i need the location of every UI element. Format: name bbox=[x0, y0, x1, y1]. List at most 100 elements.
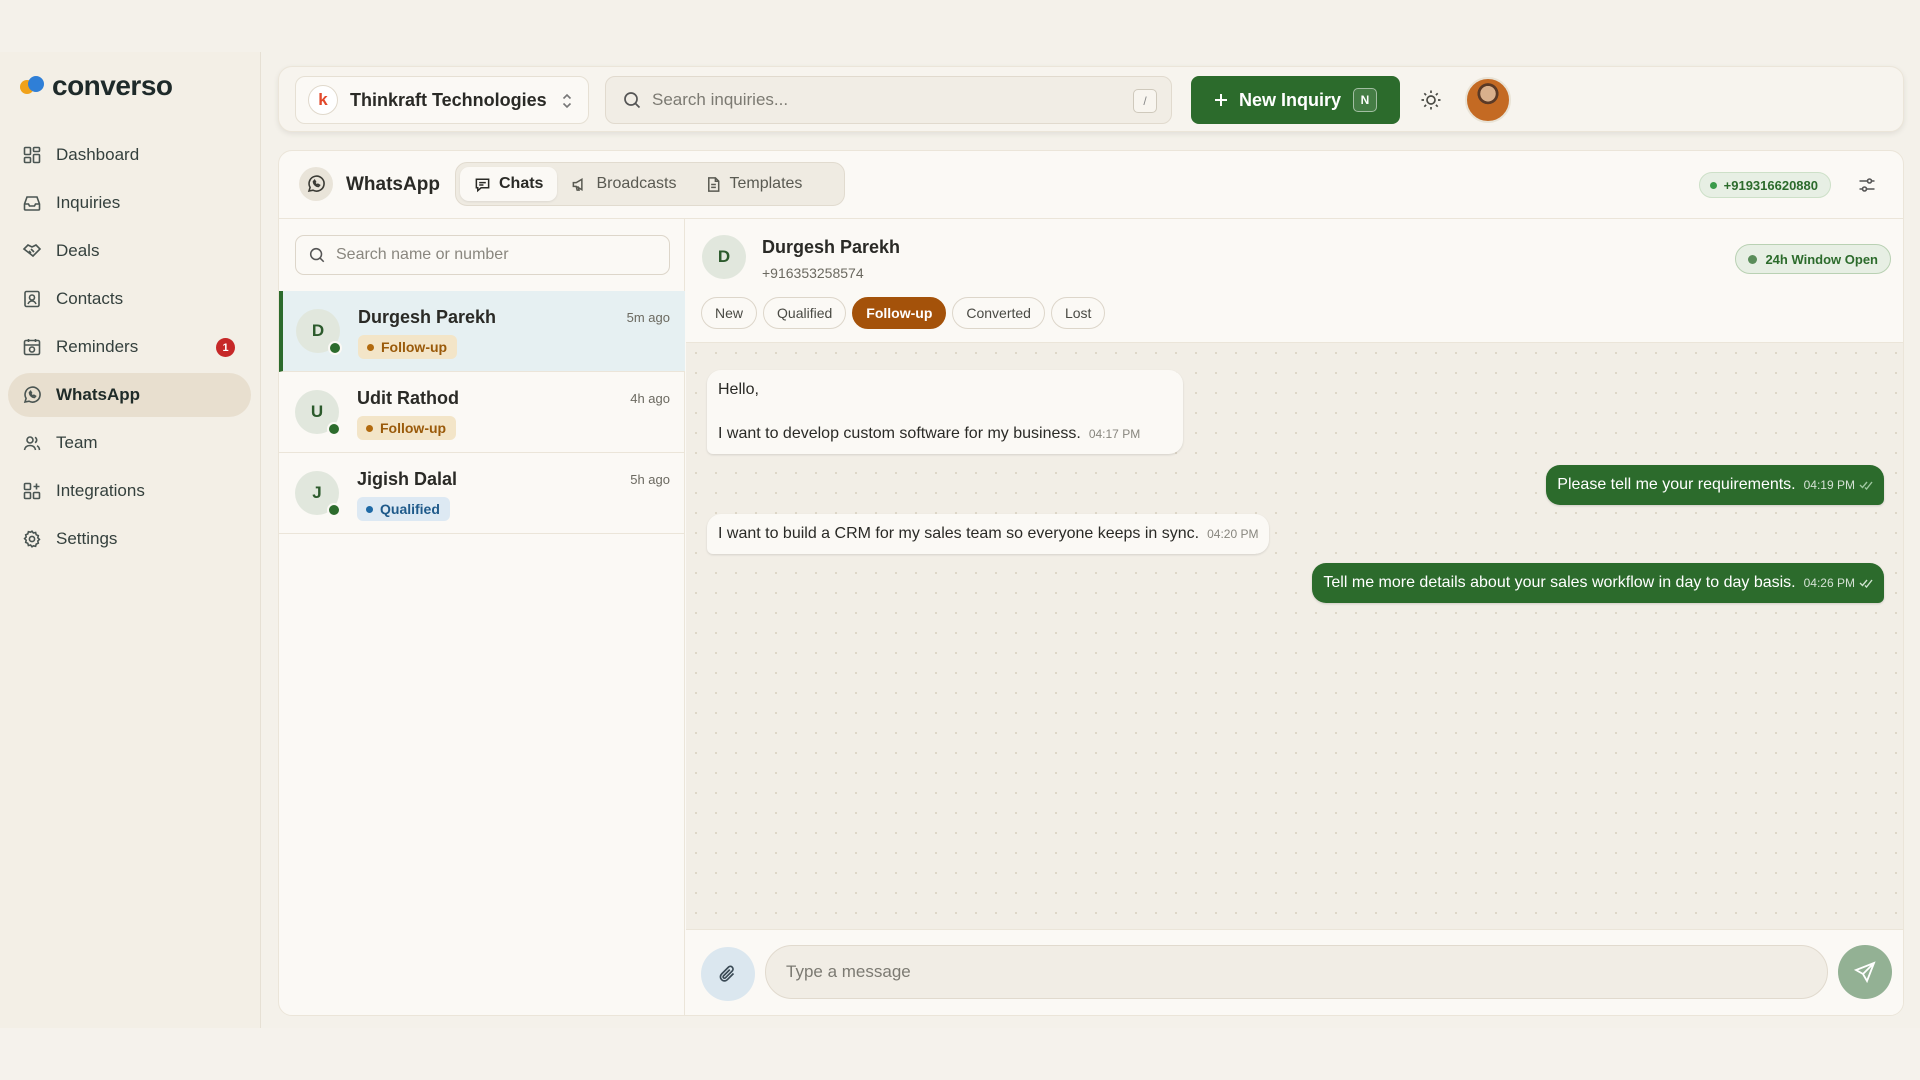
avatar: U bbox=[295, 390, 341, 436]
chat-search-input[interactable]: Search name or number bbox=[336, 246, 509, 264]
status-dot-icon bbox=[367, 343, 374, 351]
message-input[interactable] bbox=[765, 945, 1828, 999]
contact-phone: +916353258574 bbox=[762, 265, 864, 281]
status-dot-icon bbox=[366, 424, 373, 432]
sidebar-item-label: Integrations bbox=[56, 481, 145, 500]
message-incoming: I want to build a CRM for my sales team … bbox=[707, 514, 1270, 554]
sidebar-item-reminders[interactable]: Reminders 1 bbox=[8, 325, 251, 369]
send-icon[interactable] bbox=[1838, 945, 1892, 999]
message-time: 04:19 PM bbox=[1803, 478, 1855, 492]
team-icon bbox=[22, 433, 42, 453]
sidebar-item-label: Dashboard bbox=[56, 145, 140, 164]
double-check-icon bbox=[1859, 480, 1873, 490]
calendar-clock-icon bbox=[22, 337, 42, 357]
avatar-initial: U bbox=[310, 402, 324, 421]
message-outgoing: Tell me more details about your sales wo… bbox=[1312, 563, 1884, 603]
chat-list: Search name or number D Durgesh Parekh 5… bbox=[279, 219, 685, 1015]
tab-broadcasts[interactable]: Broadcasts bbox=[557, 167, 690, 201]
avatar-initial: D bbox=[311, 321, 325, 340]
business-phone-pill: +919316620880 bbox=[1698, 172, 1831, 198]
sidebar-item-whatsapp[interactable]: WhatsApp bbox=[8, 373, 251, 417]
filter-sliders-icon[interactable] bbox=[1857, 175, 1877, 195]
plus-icon bbox=[1213, 92, 1229, 108]
brand-logo[interactable]: converso bbox=[20, 70, 173, 102]
company-logo: k bbox=[308, 85, 338, 115]
sidebar-item-label: Settings bbox=[56, 529, 118, 548]
whatsapp-icon bbox=[22, 385, 42, 405]
stage-converted[interactable]: Converted bbox=[952, 297, 1045, 329]
sidebar-item-inquiries[interactable]: Inquiries bbox=[8, 181, 251, 225]
online-dot-icon bbox=[328, 341, 342, 355]
dashboard-icon bbox=[22, 145, 42, 165]
new-inquiry-button[interactable]: New Inquiry N bbox=[1191, 76, 1400, 124]
conversation: D Durgesh Parekh +916353258574 24h Windo… bbox=[686, 219, 1903, 1015]
stage-selector: New Qualified Follow-up Converted Lost bbox=[701, 297, 1106, 329]
status-badge: Qualified bbox=[357, 497, 450, 521]
avatar: D bbox=[296, 309, 342, 355]
sidebar-item-settings[interactable]: Settings bbox=[8, 517, 251, 561]
tab-chats[interactable]: Chats bbox=[460, 167, 558, 201]
sidebar-item-contacts[interactable]: Contacts bbox=[8, 277, 251, 321]
sidebar-item-dashboard[interactable]: Dashboard bbox=[8, 133, 251, 177]
search-icon bbox=[622, 90, 642, 110]
theme-toggle-sun-icon[interactable] bbox=[1419, 88, 1443, 112]
chat-name: Jigish Dalal bbox=[357, 469, 458, 489]
stage-qualified[interactable]: Qualified bbox=[763, 297, 847, 329]
chat-search[interactable]: Search name or number bbox=[295, 235, 670, 275]
list-item[interactable]: D Durgesh Parekh 5m ago Follow-up bbox=[279, 291, 685, 372]
stage-lost[interactable]: Lost bbox=[1050, 297, 1106, 329]
stage-follow-up[interactable]: Follow-up bbox=[852, 297, 947, 329]
handshake-icon bbox=[22, 241, 42, 261]
sidebar-item-team[interactable]: Team bbox=[8, 421, 251, 465]
inquiry-search[interactable]: Search inquiries... / bbox=[605, 76, 1172, 124]
sidebar-item-integrations[interactable]: Integrations bbox=[8, 469, 251, 513]
reminders-count-badge: 1 bbox=[216, 338, 235, 357]
status-label: Follow-up bbox=[381, 339, 448, 355]
search-input[interactable]: Search inquiries... bbox=[652, 90, 788, 110]
company-switcher[interactable]: k Thinkraft Technologies bbox=[295, 76, 589, 124]
status-dot-icon bbox=[1748, 254, 1758, 264]
message-time: 04:26 PM bbox=[1803, 576, 1855, 590]
sidebar-item-label: Reminders bbox=[56, 337, 139, 356]
message-text: I want to develop custom software for my… bbox=[718, 425, 1081, 442]
page-bottom-strip bbox=[0, 1028, 1920, 1080]
top-bar: k Thinkraft Technologies Search inquirie… bbox=[278, 66, 1904, 132]
tab-templates[interactable]: Templates bbox=[691, 167, 817, 201]
message-composer bbox=[686, 929, 1903, 1015]
list-item[interactable]: U Udit Rathod 4h ago Follow-up bbox=[279, 372, 685, 453]
company-name: Thinkraft Technologies bbox=[350, 89, 547, 110]
whatsapp-icon bbox=[299, 167, 333, 201]
tab-label: Broadcasts bbox=[596, 175, 677, 192]
status-dot-icon bbox=[366, 505, 373, 513]
user-avatar[interactable] bbox=[1465, 77, 1511, 123]
message-list: Hello, I want to develop custom software… bbox=[686, 343, 1903, 929]
megaphone-icon bbox=[571, 176, 588, 193]
new-inquiry-shortcut-hint: N bbox=[1353, 88, 1378, 112]
new-inquiry-label: New Inquiry bbox=[1239, 89, 1342, 110]
business-phone: +919316620880 bbox=[1723, 177, 1818, 193]
sidebar-item-label: Inquiries bbox=[56, 193, 121, 212]
document-icon bbox=[705, 176, 722, 193]
window-status-badge: 24h Window Open bbox=[1735, 244, 1891, 274]
message-outgoing: Please tell me your requirements. 04:19 P… bbox=[1546, 465, 1884, 505]
chat-bubble-icon bbox=[474, 176, 491, 193]
message-time: 04:20 PM bbox=[1207, 527, 1259, 541]
list-item[interactable]: J Jigish Dalal 5h ago Qualified bbox=[279, 453, 685, 534]
tab-label: Chats bbox=[499, 175, 544, 192]
gear-icon bbox=[22, 529, 42, 549]
chevron-updown-icon bbox=[560, 92, 574, 110]
integrations-icon bbox=[22, 481, 42, 501]
conversation-header: D Durgesh Parekh +916353258574 24h Windo… bbox=[686, 219, 1903, 343]
sidebar-item-label: WhatsApp bbox=[56, 385, 141, 404]
status-label: Follow-up bbox=[380, 420, 447, 436]
sidebar-item-deals[interactable]: Deals bbox=[8, 229, 251, 273]
online-dot-icon bbox=[327, 503, 341, 517]
attach-paperclip-icon[interactable] bbox=[701, 947, 755, 1001]
chat-items: D Durgesh Parekh 5m ago Follow-up U Udit… bbox=[279, 291, 685, 534]
avatar: D bbox=[702, 235, 746, 279]
connected-dot-icon bbox=[1709, 181, 1717, 189]
stage-new[interactable]: New bbox=[701, 297, 758, 329]
contact-name: Durgesh Parekh bbox=[762, 237, 901, 257]
message-time: 04:17 PM bbox=[1088, 427, 1141, 441]
chat-time: 5m ago bbox=[626, 310, 670, 325]
